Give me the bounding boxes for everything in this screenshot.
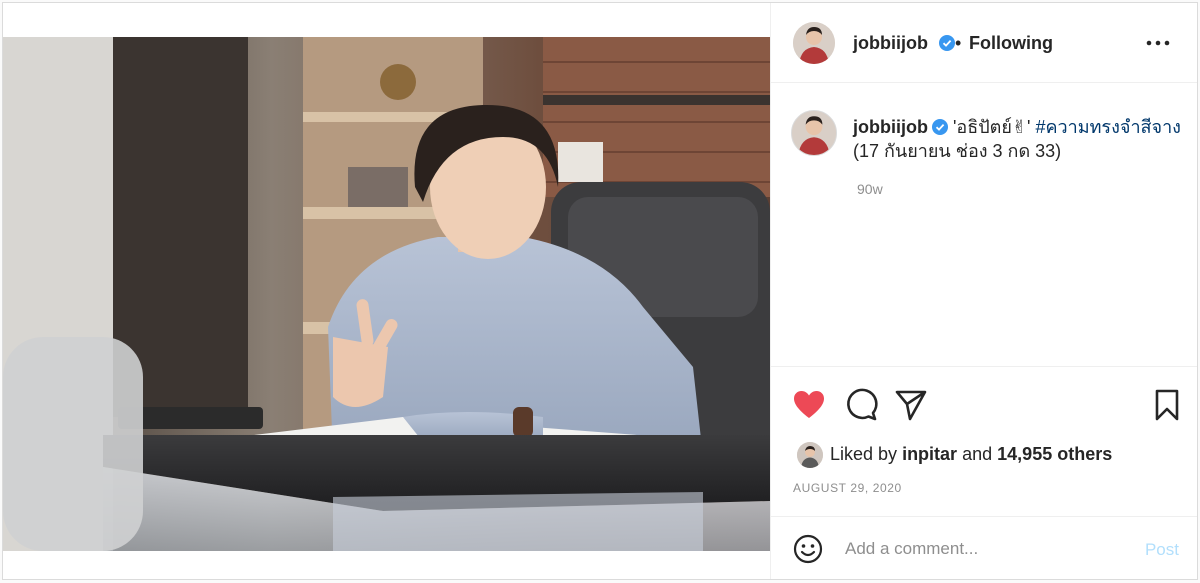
more-options-icon[interactable] — [1145, 35, 1171, 51]
post-card: jobbiijob • Following jobbiijob 'อธิปัตย… — [2, 2, 1198, 580]
comment-icon[interactable] — [843, 387, 879, 423]
comment-bar: Post — [771, 516, 1197, 579]
caption-time-ago: 90w — [857, 181, 883, 197]
verified-badge-icon — [935, 35, 955, 54]
emoji-icon[interactable] — [793, 534, 823, 564]
heart-icon[interactable] — [791, 387, 827, 423]
post-media — [3, 3, 770, 579]
post-photo[interactable] — [3, 37, 770, 551]
comment-input[interactable] — [843, 533, 1137, 565]
caption-hashtag[interactable]: #ความทรงจำสีจาง — [1035, 117, 1181, 137]
post-caption: jobbiijob 'อธิปัตย์✌' #ความทรงจำสีจาง (1… — [853, 115, 1183, 163]
following-button[interactable]: Following — [969, 33, 1053, 54]
caption-author-avatar[interactable] — [791, 110, 837, 156]
caption-username[interactable]: jobbiijob — [853, 117, 928, 137]
post-actions: Liked by inpitar and 14,955 others AUGUS… — [771, 366, 1197, 516]
caption-line-2: (17 กันยายน ช่อง 3 กด 33) — [853, 141, 1062, 161]
post-comment-button[interactable]: Post — [1145, 540, 1179, 560]
author-username[interactable]: jobbiijob — [853, 33, 928, 54]
liked-by-and: and — [962, 444, 993, 464]
liked-by-prefix: Liked by — [830, 444, 898, 464]
caption-verified-badge-icon — [931, 119, 948, 135]
post-side-panel: jobbiijob • Following jobbiijob 'อธิปัตย… — [770, 3, 1197, 579]
header-separator: • — [955, 33, 962, 53]
liked-by-user[interactable]: inpitar — [902, 444, 957, 464]
liker-avatar[interactable] — [797, 442, 823, 468]
caption-text: 'อธิปัตย์✌' — [953, 117, 1031, 137]
post-date[interactable]: AUGUST 29, 2020 — [793, 481, 902, 495]
bookmark-icon[interactable] — [1149, 387, 1185, 423]
share-icon[interactable] — [893, 387, 929, 423]
author-avatar[interactable] — [793, 22, 835, 64]
post-header: jobbiijob • Following — [771, 3, 1197, 83]
liked-by-others[interactable]: 14,955 others — [997, 444, 1112, 464]
